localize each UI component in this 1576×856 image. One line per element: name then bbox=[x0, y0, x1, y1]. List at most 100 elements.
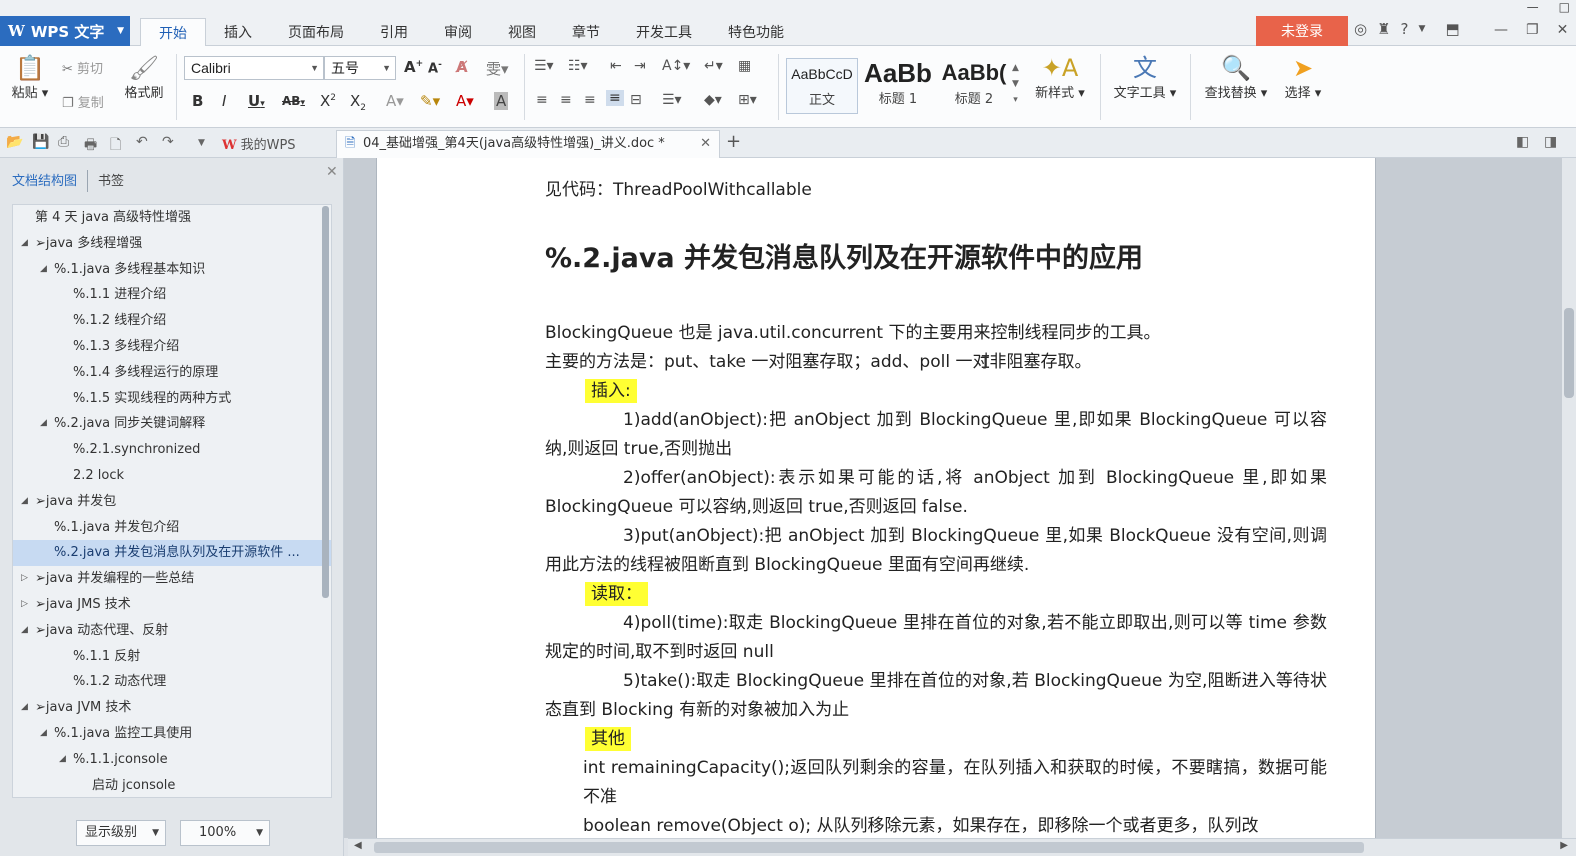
tab-document-map[interactable]: 文档结构图 bbox=[12, 170, 89, 192]
nav-tree-item[interactable]: %.1.5 实现线程的两种方式 bbox=[13, 386, 331, 412]
scroll-left-icon[interactable]: ◀ bbox=[354, 840, 362, 851]
document-tab[interactable]: 🗎 04_基础增强_第4天(java高级特性增强)_讲义.doc * ✕ bbox=[336, 130, 720, 158]
vertical-scrollbar[interactable] bbox=[1562, 158, 1576, 838]
style-normal[interactable]: AaBbCcD 正文 bbox=[786, 58, 858, 114]
tab-special[interactable]: 特色功能 bbox=[710, 18, 802, 46]
undo-icon[interactable]: ↶ bbox=[136, 134, 148, 150]
tab-developer[interactable]: 开发工具 bbox=[618, 18, 710, 46]
shirt-icon[interactable]: ♜ bbox=[1377, 20, 1390, 38]
shrink-font-icon[interactable]: A- bbox=[428, 60, 442, 76]
align-right-icon[interactable]: ≡ bbox=[584, 92, 596, 108]
tab-references[interactable]: 引用 bbox=[362, 18, 426, 46]
table-icon[interactable]: ▦ bbox=[738, 58, 751, 74]
bullets-icon[interactable]: ☰▾ bbox=[534, 58, 554, 74]
expand-icon[interactable]: ▷ bbox=[21, 592, 28, 618]
nav-tree-item[interactable]: 第 4 天 java 高级特性增强 bbox=[13, 205, 331, 231]
tab-view[interactable]: 视图 bbox=[490, 18, 554, 46]
underline-icon[interactable]: U▾ bbox=[248, 92, 265, 110]
scroll-thumb[interactable] bbox=[374, 842, 1364, 853]
collapse-icon[interactable]: ◢ bbox=[40, 257, 47, 283]
grow-font-icon[interactable]: A+ bbox=[404, 58, 423, 76]
sort-icon[interactable]: A↕▾ bbox=[662, 58, 690, 74]
minimize-icon[interactable]: — bbox=[1527, 0, 1539, 14]
scroll-thumb[interactable] bbox=[1564, 308, 1574, 398]
clear-format-icon[interactable]: A̸ bbox=[456, 58, 468, 76]
italic-icon[interactable]: I bbox=[222, 92, 226, 110]
format-painter-button[interactable]: 🖌 格式刷 bbox=[120, 54, 168, 101]
maximize-icon[interactable]: □ bbox=[1559, 0, 1570, 14]
superscript-icon[interactable]: X2 bbox=[320, 92, 336, 110]
subscript-icon[interactable]: X2 bbox=[350, 92, 366, 113]
display-level-select[interactable]: 显示级别 ▼ bbox=[76, 820, 166, 846]
panel-right-icon[interactable]: ◨ bbox=[1544, 134, 1557, 150]
tab-insert[interactable]: 插入 bbox=[206, 18, 270, 46]
nav-tree-item[interactable]: %.1.1 反射 bbox=[13, 644, 331, 670]
chevron-down-icon[interactable]: ▼ bbox=[1419, 20, 1426, 38]
char-shading-icon[interactable]: A bbox=[494, 92, 509, 110]
font-color-icon[interactable]: A▾ bbox=[456, 92, 474, 110]
select-button[interactable]: ➤ 选择 ▾ bbox=[1280, 54, 1326, 101]
my-wps-tab[interactable]: W 我的WPS bbox=[222, 134, 296, 153]
tab-chapter[interactable]: 章节 bbox=[554, 18, 618, 46]
collapse-icon[interactable]: ◢ bbox=[21, 695, 28, 721]
show-marks-icon[interactable]: ↵▾ bbox=[704, 58, 723, 74]
highlight-icon[interactable]: ✎▾ bbox=[420, 92, 440, 110]
styles-scroll[interactable]: ▲ ▼ ▾ bbox=[1012, 60, 1019, 108]
phonetic-icon[interactable]: 雯▾ bbox=[486, 58, 509, 79]
shading-icon[interactable]: ◆▾ bbox=[704, 92, 722, 108]
nav-tree-item[interactable]: ◢ %.2.java 同步关键词解释 bbox=[13, 411, 331, 437]
nav-tree-item[interactable]: ▷ ➢java 并发编程的一些总结 bbox=[13, 566, 331, 592]
nav-tree-item[interactable]: ◢ ➢java 并发包 bbox=[13, 489, 331, 515]
nav-tree-item[interactable]: %.1.4 多线程运行的原理 bbox=[13, 360, 331, 386]
document-body[interactable]: 见代码：ThreadPoolWithcallable %.2.java 并发包消… bbox=[545, 168, 1327, 838]
nav-tree-item[interactable]: ◢ ➢java 多线程增强 bbox=[13, 231, 331, 257]
nav-tree-item[interactable]: ◢ %.1.java 多线程基本知识 bbox=[13, 257, 331, 283]
decrease-indent-icon[interactable]: ⇤ bbox=[610, 58, 622, 74]
nav-tree-item[interactable]: %.1.java 并发包介绍 bbox=[13, 515, 331, 541]
nav-tree-item[interactable]: %.1.3 多线程介绍 bbox=[13, 334, 331, 360]
nav-tree-item[interactable]: ▷ ➢java JMS 技术 bbox=[13, 592, 331, 618]
print-preview-icon[interactable]: 🗋 bbox=[110, 134, 121, 158]
numbering-icon[interactable]: ☷▾ bbox=[568, 58, 588, 74]
tab-bookmarks[interactable]: 书签 bbox=[88, 170, 124, 192]
new-tab-icon[interactable]: + bbox=[726, 131, 741, 152]
nav-tree-item[interactable]: %.2.java 并发包消息队列及在开源软件 ... bbox=[13, 540, 331, 567]
restore-icon[interactable]: ❐ bbox=[1526, 22, 1539, 38]
login-button[interactable]: 未登录 bbox=[1256, 16, 1348, 48]
expand-icon[interactable]: ▷ bbox=[21, 566, 28, 592]
align-left-icon[interactable]: ≡ bbox=[536, 92, 548, 108]
tab-page-layout[interactable]: 页面布局 bbox=[270, 18, 362, 46]
help-icon[interactable]: ? bbox=[1401, 20, 1409, 38]
new-style-button[interactable]: ✦A 新样式 ▾ bbox=[1030, 54, 1090, 101]
minimize-icon[interactable]: — bbox=[1494, 22, 1508, 38]
nav-tree-item[interactable]: 2.2 lock bbox=[13, 463, 331, 489]
increase-indent-icon[interactable]: ⇥ bbox=[634, 58, 646, 74]
scroll-right-icon[interactable]: ▶ bbox=[1560, 840, 1568, 851]
cut-button[interactable]: ✂ 剪切 bbox=[62, 58, 103, 77]
find-replace-button[interactable]: 🔍 查找替换 ▾ bbox=[1200, 54, 1272, 101]
distribute-icon[interactable]: ⊟ bbox=[630, 92, 642, 108]
zoom-select[interactable]: 100% ▼ bbox=[180, 820, 270, 846]
text-effect-icon[interactable]: A▾ bbox=[386, 92, 404, 110]
close-icon[interactable]: ✕ bbox=[700, 131, 711, 157]
app-menu-button[interactable]: W WPS 文字 ▼ bbox=[0, 16, 130, 46]
collapse-icon[interactable]: ◢ bbox=[40, 411, 47, 437]
horizontal-scrollbar[interactable]: ◀ ▶ bbox=[348, 838, 1576, 856]
nav-tree-item[interactable]: %.2.1.synchronized bbox=[13, 437, 331, 463]
document-page[interactable]: 见代码：ThreadPoolWithcallable %.2.java 并发包消… bbox=[376, 158, 1376, 838]
nav-tree-item[interactable]: %.1.2 动态代理 bbox=[13, 669, 331, 695]
strikethrough-icon[interactable]: AB▾ bbox=[282, 94, 305, 108]
collapse-icon[interactable]: ◢ bbox=[21, 618, 28, 644]
style-heading-1[interactable]: AaBb 标题 1 bbox=[862, 58, 934, 114]
nav-tree-item[interactable]: 启动 jconsole bbox=[13, 773, 331, 797]
style-heading-2[interactable]: AaBb( 标题 2 bbox=[938, 58, 1010, 114]
nav-tree-item[interactable]: ◢ ➢java JVM 技术 bbox=[13, 695, 331, 721]
tab-home[interactable]: 开始 bbox=[140, 18, 206, 47]
panel-icon[interactable]: ◧ bbox=[1516, 134, 1529, 150]
nav-tree-item[interactable]: %.1.1 进程介绍 bbox=[13, 282, 331, 308]
paste-button[interactable]: 📋 粘贴 ▾ bbox=[10, 54, 50, 101]
save-icon[interactable]: 💾 bbox=[32, 134, 49, 150]
nav-tree-item[interactable]: ◢ %.1.java 监控工具使用 bbox=[13, 721, 331, 747]
print-icon[interactable]: 🖶 bbox=[84, 134, 97, 158]
collapse-icon[interactable]: ◢ bbox=[59, 747, 66, 773]
